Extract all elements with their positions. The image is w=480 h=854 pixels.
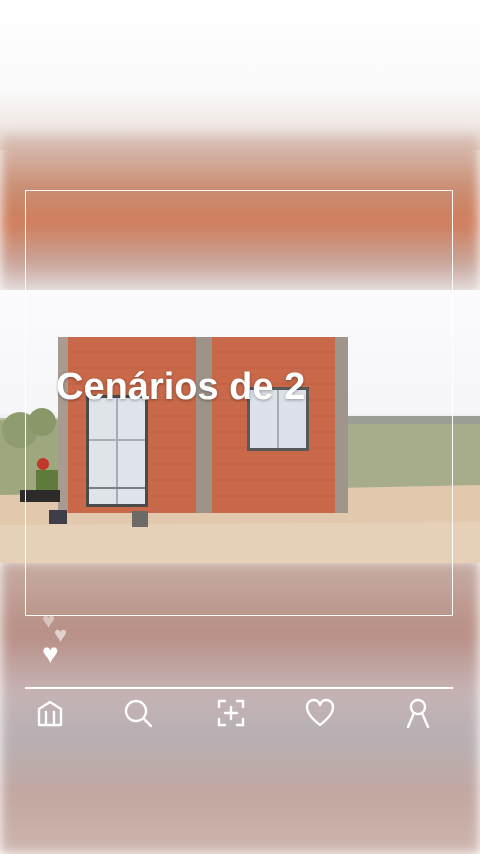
nav-divider [25, 687, 453, 689]
add-media-icon [217, 699, 245, 727]
home-icon [37, 700, 63, 727]
nav-likes-button[interactable] [302, 695, 338, 731]
profile-icon [406, 698, 430, 729]
search-icon [124, 699, 153, 728]
bottom-nav [0, 695, 480, 739]
backdrop-top [0, 0, 480, 150]
nav-search-button[interactable] [120, 695, 156, 731]
focus-frame [25, 190, 453, 616]
heart-icon: ♥ [42, 638, 59, 669]
floating-hearts: ♥ ♥ ♥ [38, 610, 78, 670]
heart-icon [305, 698, 335, 727]
nav-add-button[interactable] [213, 695, 249, 731]
nav-home-button[interactable] [32, 695, 68, 731]
nav-profile-button[interactable] [400, 695, 436, 731]
